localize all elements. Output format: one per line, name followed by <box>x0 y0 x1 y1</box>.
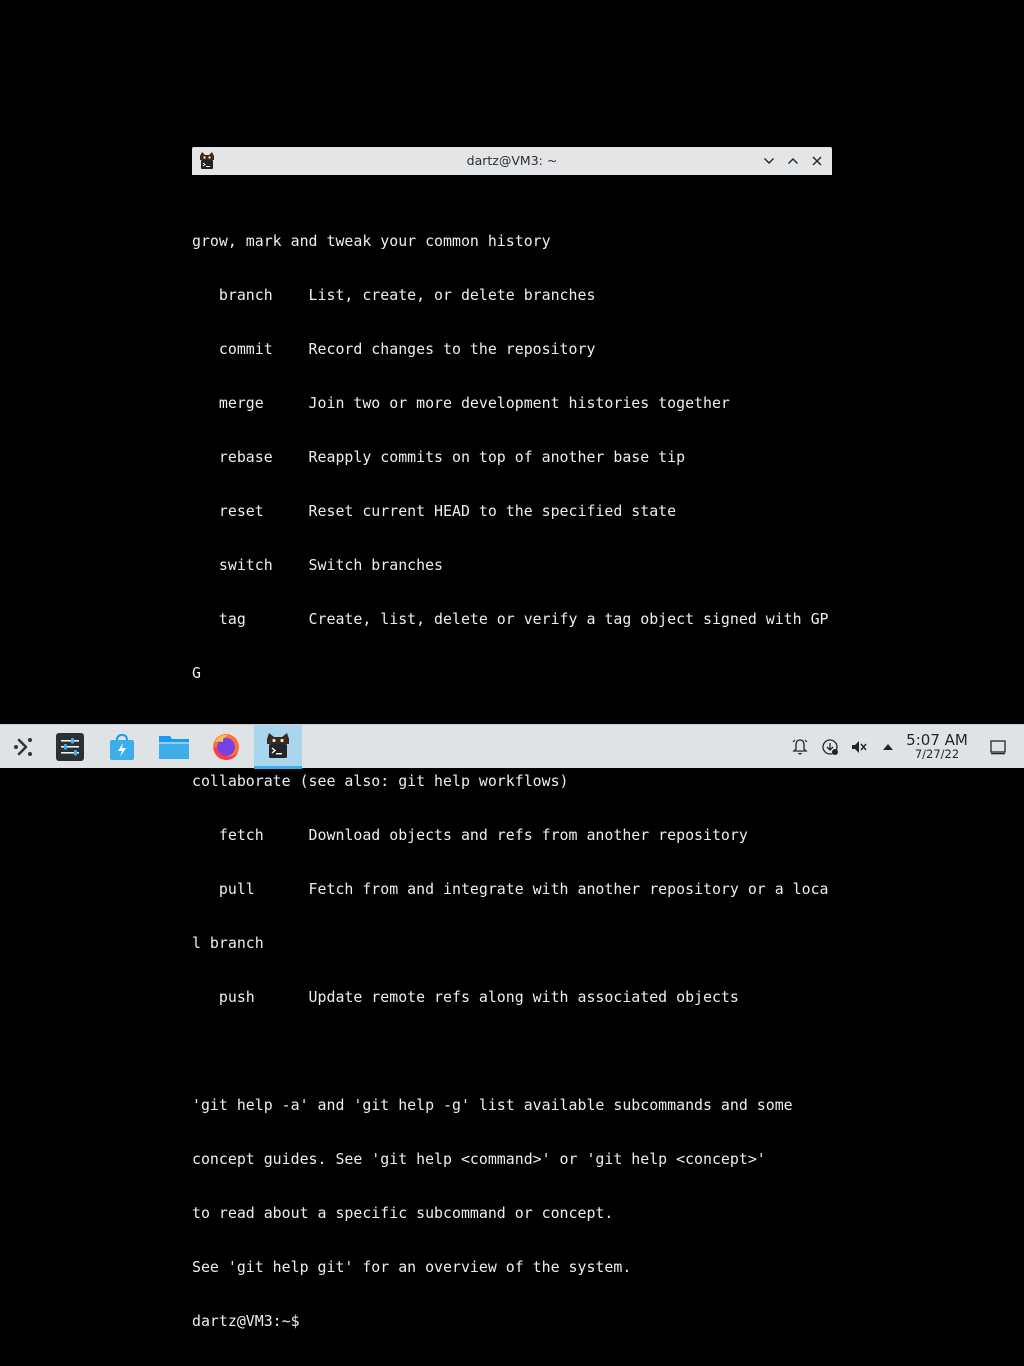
terminal-line: See 'git help git' for an overview of th… <box>192 1258 632 1276</box>
firefox-icon <box>213 734 239 760</box>
close-button[interactable] <box>808 152 826 170</box>
konsole-terminal-icon <box>267 732 289 758</box>
application-launcher-button[interactable] <box>0 725 48 769</box>
terminal-output[interactable]: grow, mark and tweak your common history… <box>192 196 832 1366</box>
terminal-line: concept guides. See 'git help <command>'… <box>192 1150 766 1168</box>
terminal-line: merge Join two or more development histo… <box>192 394 730 412</box>
konsole-task[interactable] <box>254 725 302 769</box>
volume-button[interactable] <box>849 737 869 757</box>
maximize-button[interactable] <box>784 152 802 170</box>
tray-expand-icon <box>883 744 893 750</box>
discover-task[interactable] <box>98 725 146 769</box>
updates-icon <box>822 739 838 755</box>
terminal-line: switch Switch branches <box>192 556 444 574</box>
terminal-line: reset Reset current HEAD to the specifie… <box>192 502 677 520</box>
volume-muted-icon <box>852 741 867 753</box>
terminal-line: collaborate (see also: git help workflow… <box>192 772 569 790</box>
show-desktop-button[interactable] <box>988 737 1008 757</box>
window-titlebar[interactable]: dartz@VM3: ~ <box>192 147 832 175</box>
firefox-task[interactable] <box>202 725 250 769</box>
close-icon <box>812 156 822 166</box>
system-settings-task[interactable] <box>46 725 94 769</box>
minimize-button[interactable] <box>760 152 778 170</box>
clock-date[interactable]: 7/27/22 <box>900 747 974 761</box>
tray-expand-button[interactable] <box>878 737 898 757</box>
chevron-down-icon <box>764 158 774 164</box>
file-manager-task[interactable] <box>150 725 198 769</box>
terminal-line: l branch <box>192 934 264 952</box>
chevron-up-icon <box>788 158 798 164</box>
terminal-line: push Update remote refs along with assoc… <box>192 988 739 1006</box>
terminal-prompt[interactable]: dartz@VM3:~$ <box>192 1312 832 1330</box>
system-settings-icon <box>56 733 84 761</box>
terminal-line: tag Create, list, delete or verify a tag… <box>192 610 829 628</box>
file-manager-icon <box>159 736 189 759</box>
terminal-line: pull Fetch from and integrate with anoth… <box>192 880 829 898</box>
terminal-line: grow, mark and tweak your common history <box>192 232 551 250</box>
terminal-line: branch List, create, or delete branches <box>192 286 596 304</box>
terminal-line: fetch Download objects and refs from ano… <box>192 826 748 844</box>
terminal-line: commit Record changes to the repository <box>192 340 596 358</box>
terminal-line: G <box>192 664 201 682</box>
terminal-line: 'git help -a' and 'git help -g' list ava… <box>192 1096 793 1114</box>
notifications-button[interactable] <box>790 737 810 757</box>
terminal-window[interactable]: dartz@VM3: ~ grow, mark and tweak your c… <box>192 147 832 1330</box>
window-title: dartz@VM3: ~ <box>466 153 558 168</box>
application-launcher-icon <box>14 738 32 756</box>
notifications-icon <box>792 739 808 755</box>
terminal-line: rebase Reapply commits on top of another… <box>192 448 686 466</box>
show-desktop-icon <box>990 740 1006 755</box>
updates-button[interactable] <box>820 737 840 757</box>
discover-store-icon <box>110 733 134 760</box>
taskbar <box>0 724 1024 769</box>
terminal-line: to read about a specific subcommand or c… <box>192 1204 614 1222</box>
